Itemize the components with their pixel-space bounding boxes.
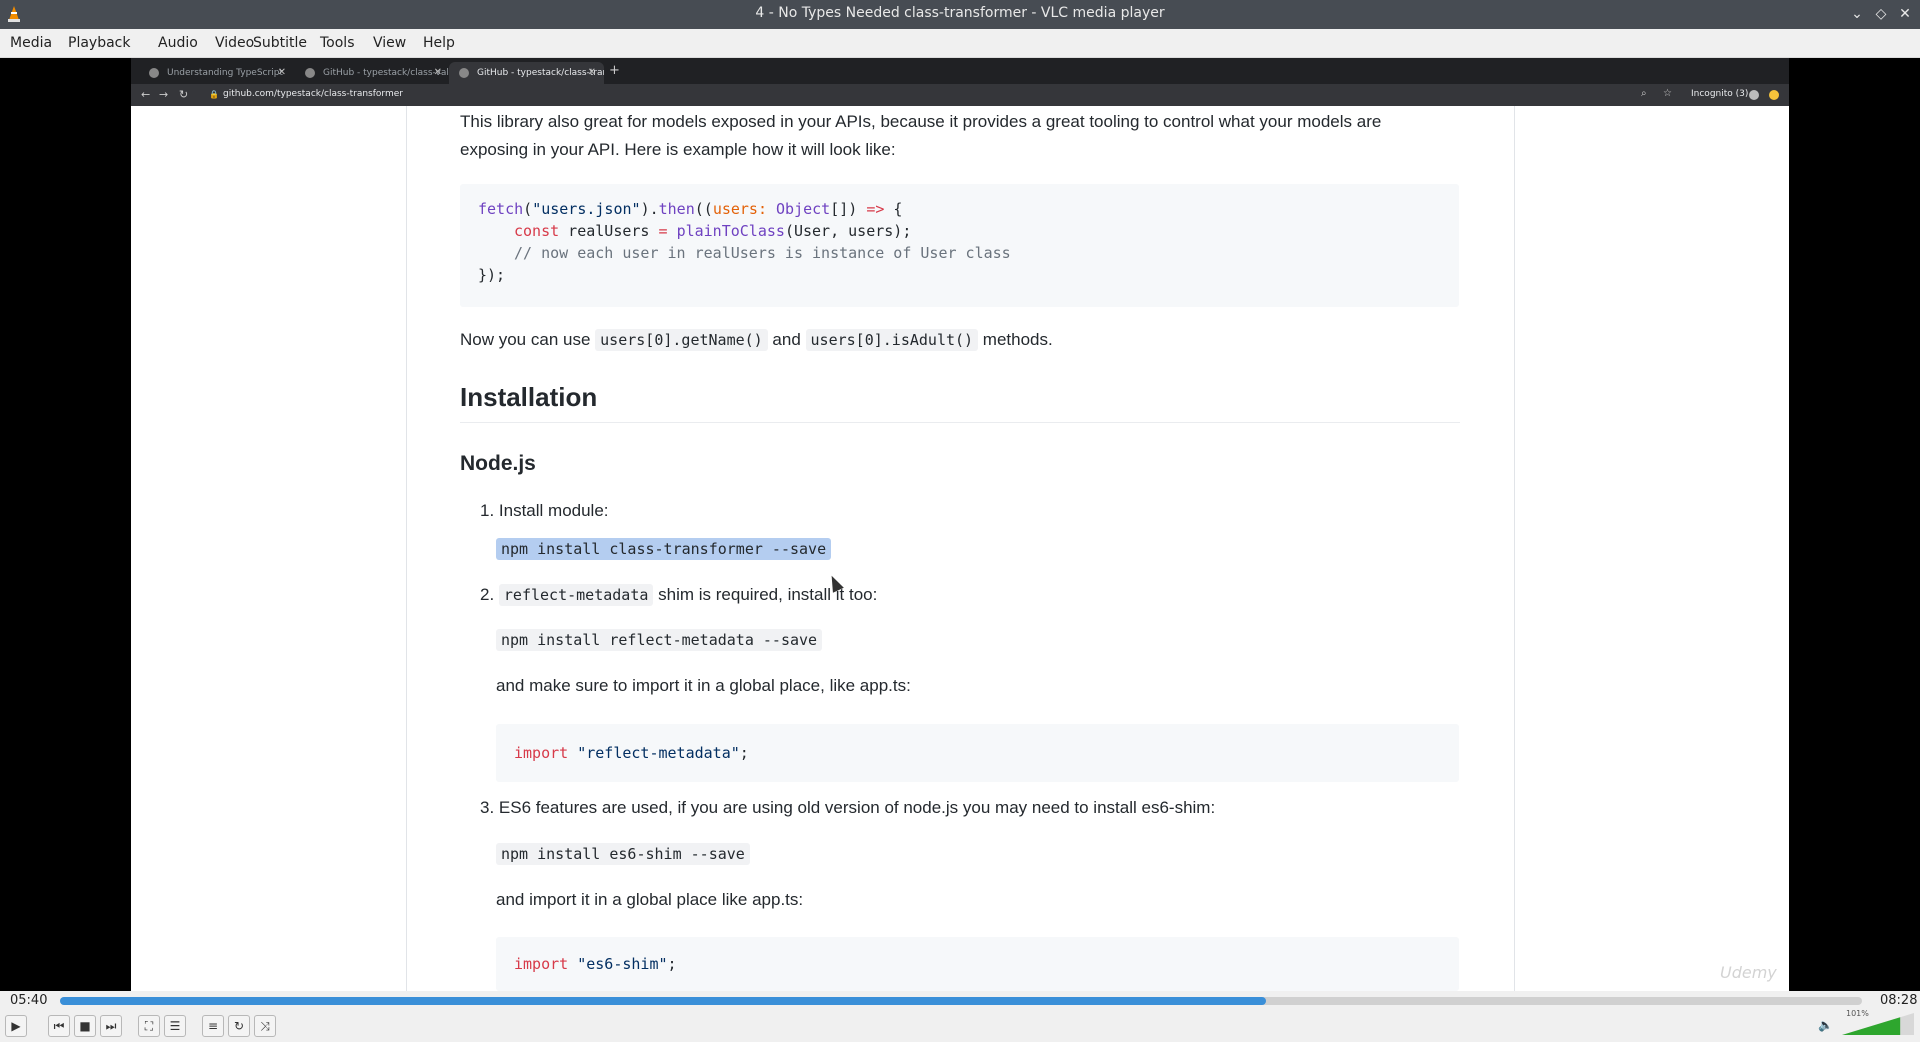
random-button[interactable]: ⤨ [254, 1015, 276, 1037]
extension-icon [1769, 90, 1779, 100]
total-time: 08:28 [1880, 993, 1918, 1008]
heading-nodejs: Node.js [460, 452, 536, 475]
star-icon: ☆ [1663, 88, 1672, 99]
github-favicon-icon [459, 68, 469, 78]
step3-line: 3. ES6 features are used, if you are usi… [480, 798, 1216, 817]
seek-bar[interactable] [60, 997, 1862, 1005]
divider [460, 422, 1460, 423]
lock-icon: 🔒 [209, 90, 219, 99]
browser-tab-label: GitHub - typestack/class-tran [477, 68, 604, 78]
step2-line: 2. reflect-metadata shim is required, in… [480, 584, 878, 606]
menu-audio[interactable]: Audio [158, 35, 198, 51]
browser-tab: Understanding TypeScript ✕ [139, 62, 294, 84]
tab-close-icon: ✕ [587, 67, 596, 78]
playlist-button[interactable]: ≡ [202, 1015, 224, 1037]
menu-tools[interactable]: Tools [320, 35, 355, 51]
loop-button[interactable]: ↻ [228, 1015, 250, 1037]
browser-tabstrip: Understanding TypeScript ✕ GitHub - type… [131, 58, 1789, 84]
next-button[interactable]: ⏭ [100, 1015, 122, 1037]
browser-tab-label: GitHub - typestack/class-vali [323, 68, 450, 78]
menu-view[interactable]: View [373, 35, 406, 51]
intro-paragraph: This library also great for models expos… [460, 108, 1420, 164]
browser-address-bar: ← → ↻ 🔒 github.com/typestack/class-trans… [131, 84, 1789, 106]
previous-button[interactable]: ⏮ [48, 1015, 70, 1037]
inline-code: users[0].isAdult() [805, 329, 979, 351]
inline-code: reflect-metadata [498, 584, 654, 606]
forward-arrow-icon: → [159, 88, 169, 101]
inline-code: users[0].getName() [595, 329, 768, 351]
search-icon: ⌕ [1641, 88, 1647, 99]
code-line: }); [478, 266, 506, 284]
player-controls: 05:40 08:28 ▶ ⏮ ■ ⏭ ⛶ ☰ ≡ ↻ ⤨ 🔈 101% [0, 991, 1920, 1042]
browser-tab-label: Understanding TypeScript [167, 68, 283, 78]
stop-button[interactable]: ■ [74, 1015, 96, 1037]
code-block-fetch: fetch("users.json").then((users: Object[… [460, 184, 1459, 307]
browser-tab: GitHub - typestack/class-vali ✕ [295, 62, 450, 84]
code-block-import-reflect: import "reflect-metadata"; [496, 724, 1459, 782]
play-button[interactable]: ▶ [5, 1015, 27, 1037]
menu-bar: Media Playback Audio Video Subtitle Tool… [0, 29, 1920, 58]
menu-help[interactable]: Help [423, 35, 455, 51]
github-favicon-icon [149, 68, 159, 78]
speaker-icon[interactable]: 🔈 [1818, 1018, 1833, 1032]
intro-line1: This library also great for models expos… [460, 112, 1382, 131]
new-tab-icon: + [609, 63, 620, 78]
tab-close-icon: ✕ [433, 67, 442, 78]
incognito-avatar-icon [1749, 90, 1759, 100]
minimize-chevron-icon[interactable]: ⌄ [1846, 3, 1868, 25]
selected-command[interactable]: npm install class-transformer --save [496, 538, 832, 560]
udemy-watermark: Udemy [1720, 963, 1777, 982]
elapsed-time: 05:40 [10, 993, 48, 1008]
menu-video[interactable]: Video [215, 35, 254, 51]
tab-close-icon: ✕ [277, 67, 286, 78]
intro-line2: exposing in your API. Here is example ho… [460, 140, 896, 159]
step2-command: npm install reflect-metadata --save [496, 626, 823, 654]
menu-playback[interactable]: Playback [68, 35, 130, 51]
seek-progress [60, 997, 1266, 1005]
step1-command[interactable]: npm install class-transformer --save [496, 535, 832, 563]
video-area[interactable]: Understanding TypeScript ✕ GitHub - type… [0, 58, 1920, 991]
back-arrow-icon: ← [141, 88, 151, 101]
reload-icon: ↻ [179, 88, 189, 101]
fullscreen-button[interactable]: ⛶ [138, 1015, 160, 1037]
code-line: const realUsers = plainToClass(User, use… [514, 222, 912, 240]
step1-label: 1. Install module: [480, 501, 609, 520]
code-line: // now each user in realUsers is instanc… [514, 244, 1011, 262]
methods-paragraph: Now you can use users[0].getName() and u… [460, 329, 1053, 351]
close-icon[interactable]: ✕ [1894, 3, 1916, 25]
incognito-label: Incognito (3) [1691, 89, 1749, 99]
github-favicon-icon [305, 68, 315, 78]
volume-slider[interactable] [1842, 1011, 1914, 1035]
code-line: fetch("users.json").then((users: Object[… [478, 200, 903, 218]
menu-subtitle[interactable]: Subtitle [253, 35, 307, 51]
restore-icon[interactable]: ◇ [1870, 3, 1892, 25]
window-title: 4 - No Types Needed class-transformer - … [755, 5, 1165, 21]
heading-installation: Installation [460, 382, 598, 412]
menu-media[interactable]: Media [10, 35, 52, 51]
code-block-import-es6: import "es6-shim"; [496, 937, 1459, 991]
step2-note: and make sure to import it in a global p… [496, 676, 911, 695]
step3-note: and import it in a global place like app… [496, 890, 804, 909]
step3-command: npm install es6-shim --save [496, 840, 750, 868]
extended-settings-button[interactable]: ☰ [164, 1015, 186, 1037]
browser-url: github.com/typestack/class-transformer [223, 89, 403, 99]
browser-tab-active: GitHub - typestack/class-tran ✕ [449, 62, 604, 84]
window-titlebar: 4 - No Types Needed class-transformer - … [0, 0, 1920, 29]
